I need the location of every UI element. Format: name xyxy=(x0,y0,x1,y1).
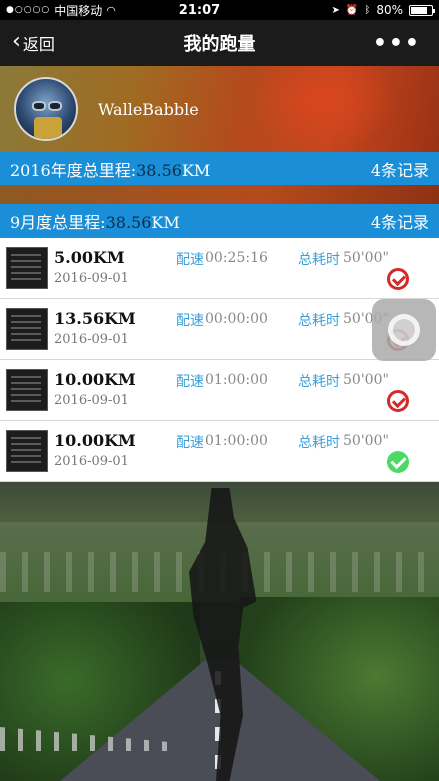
total-time-label: 总耗时 xyxy=(298,313,340,329)
year-summary-unit: KM xyxy=(181,160,211,180)
status-time: 21:07 xyxy=(178,2,221,18)
route-thumbnail xyxy=(6,308,48,350)
background-strip xyxy=(0,185,439,204)
record-pace: 00:00:00 xyxy=(205,311,268,327)
profile-header: WalleBabble xyxy=(0,66,439,152)
list-item[interactable]: 10.00KM 2016-09-01 配速 01:00:00 总耗时 50'00… xyxy=(0,360,439,421)
username: WalleBabble xyxy=(98,99,199,119)
month-summary-label: 9月度总里程: xyxy=(10,213,106,232)
year-summary-label: 2016年度总里程: xyxy=(10,160,137,180)
total-time-label: 总耗时 xyxy=(298,252,340,268)
list-item[interactable]: 10.00KM 2016-09-01 配速 01:00:00 总耗时 50'00… xyxy=(0,421,439,482)
wifi-icon: ◠ xyxy=(106,3,116,17)
record-total-time: 50'00" xyxy=(343,250,389,266)
record-pace: 01:00:00 xyxy=(205,433,268,449)
battery-percent: 80% xyxy=(376,3,403,17)
route-thumbnail xyxy=(6,369,48,411)
month-summary-value: 38.56 xyxy=(105,213,152,232)
month-record-count: 4条记录 xyxy=(370,213,429,232)
record-total-time: 50'00" xyxy=(343,372,389,388)
page-title: 我的跑量 xyxy=(183,34,256,55)
back-button[interactable]: ‹ 返回 xyxy=(0,31,120,55)
check-circle-icon[interactable] xyxy=(387,268,409,290)
record-pace: 00:25:16 xyxy=(205,250,268,266)
route-thumbnail xyxy=(6,430,48,472)
month-summary-unit: KM xyxy=(151,213,180,232)
more-button[interactable]: ••• xyxy=(319,31,439,56)
avatar[interactable] xyxy=(14,77,78,141)
record-distance: 5.00KM xyxy=(54,248,125,267)
list-item[interactable]: 5.00KM 2016-09-01 配速 00:25:16 总耗时 50'00" xyxy=(0,238,439,299)
chevron-left-icon: ‹ xyxy=(12,29,21,54)
record-distance: 10.00KM xyxy=(54,431,136,450)
location-icon: ➤ xyxy=(331,4,340,16)
nav-bar: ‹ 返回 我的跑量 ••• xyxy=(0,20,439,66)
route-thumbnail xyxy=(6,247,48,289)
record-date: 2016-09-01 xyxy=(54,393,129,408)
pace-label: 配速 xyxy=(176,374,204,390)
background-decoration xyxy=(249,66,399,152)
bluetooth-icon: ᛒ xyxy=(364,4,371,16)
battery-icon xyxy=(409,4,435,16)
record-pace: 01:00:00 xyxy=(205,372,268,388)
pace-label: 配速 xyxy=(176,252,204,268)
record-date: 2016-09-01 xyxy=(54,271,129,286)
alarm-icon: ⏰ xyxy=(345,4,359,16)
check-circle-icon[interactable] xyxy=(387,390,409,412)
pace-label: 配速 xyxy=(176,435,204,451)
record-date: 2016-09-01 xyxy=(54,454,129,469)
carrier-name: 中国移动 xyxy=(54,3,103,18)
total-time-label: 总耗时 xyxy=(298,435,340,451)
year-summary-value: 38.56 xyxy=(136,160,182,180)
back-label: 返回 xyxy=(22,35,55,54)
year-summary-bar: 2016年度总里程:38.56KM 4条记录 xyxy=(0,152,439,185)
year-record-count: 4条记录 xyxy=(370,160,429,180)
month-summary-bar[interactable]: 9月度总里程:38.56KM 4条记录 xyxy=(0,204,439,238)
record-total-time: 50'00" xyxy=(343,433,389,449)
record-date: 2016-09-01 xyxy=(54,332,129,347)
pace-label: 配速 xyxy=(176,313,204,329)
check-done-icon[interactable] xyxy=(387,451,409,473)
background-image xyxy=(0,482,439,781)
record-list: 5.00KM 2016-09-01 配速 00:25:16 总耗时 50'00"… xyxy=(0,238,439,482)
signal-strength: ●○○○○ xyxy=(6,5,51,15)
record-distance: 13.56KM xyxy=(54,309,136,328)
total-time-label: 总耗时 xyxy=(298,374,340,390)
assistive-touch-icon xyxy=(388,314,420,346)
status-bar: ●○○○○ 中国移动 ◠ 21:07 ➤ ⏰ ᛒ 80% xyxy=(0,0,439,20)
record-distance: 10.00KM xyxy=(54,370,136,389)
assistive-touch-button[interactable] xyxy=(372,299,436,361)
